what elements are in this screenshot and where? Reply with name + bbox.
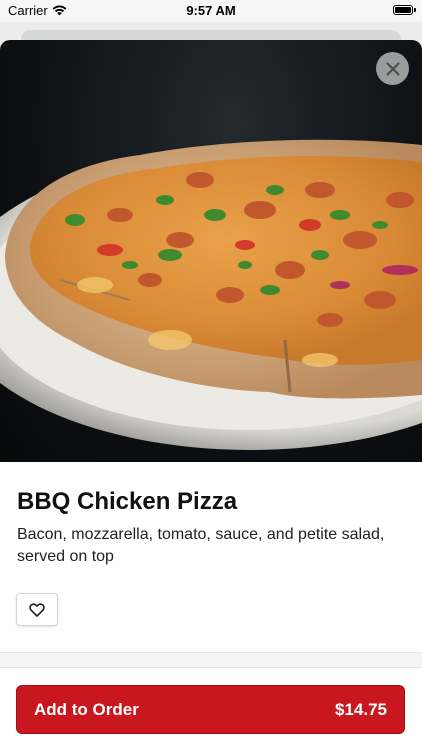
battery-icon	[393, 5, 413, 15]
section-gap	[0, 653, 422, 667]
close-icon	[386, 62, 399, 75]
status-bar: Carrier 9:57 AM	[0, 0, 422, 22]
favorite-button[interactable]	[16, 593, 58, 626]
add-to-order-label: Add to Order	[34, 699, 139, 719]
item-photo	[0, 40, 422, 462]
item-description: Bacon, mozzarella, tomato, sauce, and pe…	[17, 526, 385, 565]
status-time: 9:57 AM	[186, 3, 236, 18]
item-title: BBQ Chicken Pizza	[17, 488, 238, 515]
item-detail-sheet: BBQ Chicken Pizza Bacon, mozzarella, tom…	[0, 40, 422, 750]
bottom-action-bar: Add to Order $14.75	[0, 667, 422, 750]
pizza-image	[0, 139, 422, 450]
heart-icon	[29, 602, 45, 617]
battery-tip	[414, 8, 416, 12]
add-to-order-button[interactable]: Add to Order $14.75	[16, 685, 405, 734]
item-price: $14.75	[335, 699, 387, 719]
close-button[interactable]	[376, 52, 409, 85]
